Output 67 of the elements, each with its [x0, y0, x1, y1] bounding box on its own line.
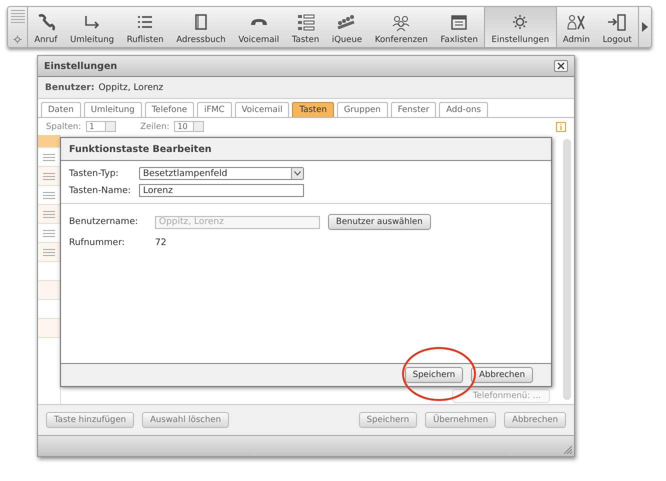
rows-select[interactable]: 10: [174, 121, 204, 132]
tab[interactable]: Tasten: [292, 102, 334, 117]
tab[interactable]: Gruppen: [336, 102, 388, 117]
drag-handle-icon[interactable]: [43, 192, 55, 198]
key-type-label: Tasten-Typ:: [69, 168, 120, 178]
footer-button[interactable]: Taste hinzufügen: [46, 412, 134, 428]
dialog-button[interactable]: Speichern: [404, 367, 464, 383]
drag-handle-icon[interactable]: [43, 172, 55, 180]
key-type-select[interactable]: Besetztlampenfeld: [139, 167, 304, 180]
gear-icon[interactable]: [13, 35, 22, 44]
toolbar-button[interactable]: Einstellungen: [484, 7, 556, 47]
key-row[interactable]: [38, 135, 60, 148]
select-user-button[interactable]: Benutzer auswählen: [328, 214, 431, 230]
footer-button[interactable]: Speichern: [358, 412, 418, 428]
dialog-button[interactable]: Abbrechen: [471, 367, 533, 383]
number-label: Rufnummer:: [69, 238, 126, 248]
toolbar-button[interactable]: iQueue: [326, 7, 368, 47]
key-row[interactable]: [38, 319, 60, 338]
username-label: Benutzername:: [69, 217, 140, 227]
drag-handle-icon[interactable]: [43, 210, 55, 218]
key-row[interactable]: [38, 243, 60, 262]
window-title: Einstellungen: [44, 60, 118, 72]
user-name: Oppitz, Lorenz: [98, 82, 164, 92]
toolbar-icon: [565, 12, 588, 32]
tab[interactable]: Voicemail: [234, 102, 290, 117]
arrow-right-icon[interactable]: [642, 22, 648, 32]
tab[interactable]: Daten: [41, 102, 81, 117]
rows-label: Zeilen:: [140, 122, 170, 132]
columns-select[interactable]: 1: [86, 121, 116, 132]
close-icon: [557, 62, 565, 70]
grip-icon[interactable]: [10, 10, 24, 24]
tab[interactable]: Fenster: [390, 102, 436, 117]
key-row[interactable]: [38, 205, 60, 224]
number-value: 72: [155, 238, 168, 248]
toolbar-button[interactable]: Umleitung: [64, 7, 120, 47]
close-button[interactable]: [554, 60, 568, 72]
toolbar-button[interactable]: Logout: [596, 7, 638, 47]
footer-button[interactable]: Übernehmen: [425, 412, 496, 428]
toolbar-button[interactable]: Voicemail: [232, 7, 286, 47]
dialog-title: Funktionstaste Bearbeiten: [61, 138, 551, 161]
info-icon[interactable]: [556, 122, 566, 132]
tab[interactable]: Umleitung: [84, 102, 142, 117]
footer-button[interactable]: Abbrechen: [504, 412, 566, 428]
drag-handle-icon[interactable]: [43, 154, 55, 160]
key-name-field[interactable]: Lorenz: [139, 184, 304, 197]
toolbar-button[interactable]: Konferenzen: [368, 7, 434, 47]
toolbar-button[interactable]: Tasten: [286, 7, 326, 47]
user-label: Benutzer:: [45, 82, 94, 92]
toolbar-button[interactable]: Faxlisten: [434, 7, 484, 47]
footer-button[interactable]: Auswahl löschen: [142, 412, 229, 428]
columns-label: Spalten:: [46, 122, 82, 132]
toolbar-button[interactable]: Ruflisten: [120, 7, 170, 47]
tab[interactable]: iFMC: [197, 102, 232, 117]
toolbar-button[interactable]: Anruf: [28, 7, 64, 47]
resize-grip-icon[interactable]: [562, 444, 572, 454]
toolbar-icon: [606, 12, 628, 32]
key-row[interactable]: [38, 281, 60, 300]
tab[interactable]: Add-ons: [439, 102, 488, 117]
caret-icon: [294, 171, 301, 176]
toolbar-button[interactable]: Adressbuch: [170, 7, 232, 47]
tab[interactable]: Telefone: [144, 102, 194, 117]
scrollbar[interactable]: [563, 139, 571, 400]
drag-handle-icon[interactable]: [43, 230, 55, 236]
toolbar-button[interactable]: Admin: [556, 7, 596, 47]
key-row[interactable]: [38, 167, 60, 186]
drag-handle-icon[interactable]: [43, 248, 55, 256]
key-name-label: Tasten-Name:: [69, 186, 132, 196]
